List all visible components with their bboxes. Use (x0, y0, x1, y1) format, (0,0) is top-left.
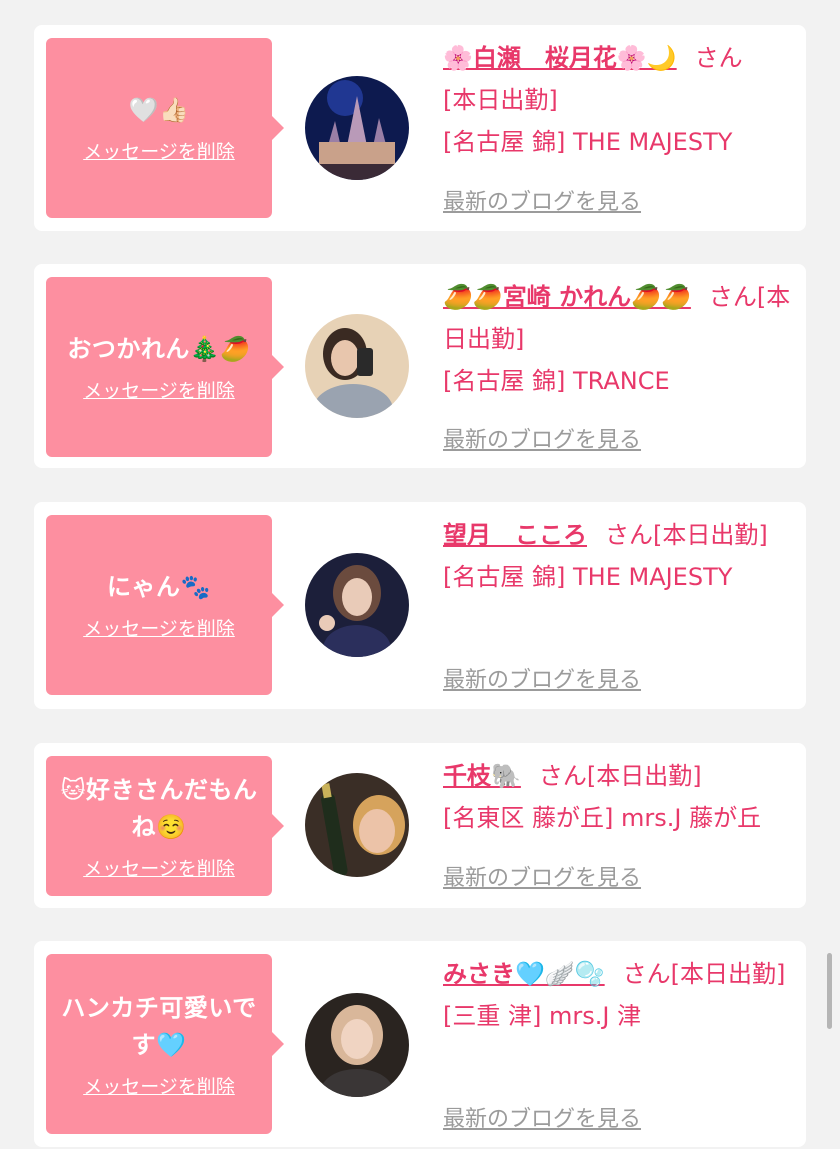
message-text: 🤍👍🏻 (128, 96, 190, 124)
message-text: おつかれん🎄🥭 (67, 335, 251, 363)
avatar[interactable] (305, 76, 409, 180)
honorific: さん (622, 960, 671, 988)
message-bubble: 🐱好きさんだもんね☺️ メッセージを削除 (46, 756, 284, 896)
store-name: [名古屋 錦] TRANCE (443, 367, 670, 395)
message-bubble: おつかれん🎄🥭 メッセージを削除 (46, 277, 284, 457)
message-bubble: ハンカチ可愛いです🩵 メッセージを削除 (46, 954, 284, 1134)
champagne-photo-icon (305, 773, 409, 877)
message-text: にゃん🐾 (107, 573, 211, 601)
scrollbar[interactable] (827, 953, 832, 1029)
latest-blog-link[interactable]: 最新のブログを見る (443, 184, 641, 216)
castle-photo-icon (305, 76, 409, 180)
message-bubble: 🤍👍🏻 メッセージを削除 (46, 38, 284, 218)
work-status: [本日出勤] (653, 521, 768, 549)
message-text: ハンカチ可愛いです🩵 (61, 993, 257, 1059)
avatar[interactable] (305, 553, 409, 657)
work-status: [本日出勤] (443, 86, 558, 114)
honorific: さん (694, 44, 743, 72)
cast-name-link[interactable]: 千枝🐘 (443, 762, 521, 790)
message-card: にゃん🐾 メッセージを削除 望月 こころ さん[本日出勤] [名古屋 錦] THE… (34, 502, 806, 709)
cast-info: 🌸白瀬 桜月花🌸🌙 さん [本日出勤] [名古屋 錦] THE MAJESTY (443, 37, 793, 163)
honorific: さん (538, 762, 587, 790)
store-name: [名古屋 錦] THE MAJESTY (443, 563, 733, 591)
message-bubble: にゃん🐾 メッセージを削除 (46, 515, 284, 695)
store-name: [名東区 藤が丘] mrs.J 藤が丘 (443, 804, 762, 832)
delete-message-link[interactable]: メッセージを削除 (83, 1072, 235, 1099)
work-status: [本日出勤] (586, 762, 702, 790)
cast-info: 🥭🥭宮崎 かれん🥭🥭 さん[本日出勤] [名古屋 錦] TRANCE (443, 276, 793, 402)
cast-info: 望月 こころ さん[本日出勤] [名古屋 錦] THE MAJESTY (443, 514, 793, 598)
honorific: さん (605, 521, 653, 549)
latest-blog-link[interactable]: 最新のブログを見る (443, 422, 641, 454)
message-text: 🐱好きさんだもんね☺️ (60, 775, 258, 841)
delete-message-link[interactable]: メッセージを削除 (83, 614, 235, 641)
portrait-photo-icon (305, 993, 409, 1097)
avatar[interactable] (305, 773, 409, 877)
avatar[interactable] (305, 314, 409, 418)
cast-name-link[interactable]: 🥭🥭宮崎 かれん🥭🥭 (443, 283, 691, 311)
cast-info: 千枝🐘 さん[本日出勤] [名東区 藤が丘] mrs.J 藤が丘 (443, 755, 798, 839)
honorific: さん (708, 283, 757, 311)
cast-name-link[interactable]: 望月 こころ (443, 521, 587, 549)
avatar[interactable] (305, 993, 409, 1097)
work-status: [本日出勤] (670, 960, 786, 988)
portrait-photo-icon (305, 553, 409, 657)
latest-blog-link[interactable]: 最新のブログを見る (443, 1101, 641, 1133)
cast-info: みさき🩵🪽🫧 さん[本日出勤] [三重 津] mrs.J 津 (443, 953, 793, 1037)
store-name: [三重 津] mrs.J 津 (443, 1002, 642, 1030)
message-card: 🤍👍🏻 メッセージを削除 🌸白瀬 桜月花🌸🌙 さん [本日出勤] [名古屋 錦] … (34, 25, 806, 231)
delete-message-link[interactable]: メッセージを削除 (83, 854, 235, 881)
latest-blog-link[interactable]: 最新のブログを見る (443, 860, 641, 892)
message-card: おつかれん🎄🥭 メッセージを削除 🥭🥭宮崎 かれん🥭🥭 さん[本日出勤] [名古屋… (34, 264, 806, 468)
store-name: [名古屋 錦] THE MAJESTY (443, 128, 733, 156)
message-card: ハンカチ可愛いです🩵 メッセージを削除 みさき🩵🪽🫧 さん[本日出勤] [三重 津… (34, 941, 806, 1147)
cast-name-link[interactable]: みさき🩵🪽🫧 (443, 960, 605, 988)
delete-message-link[interactable]: メッセージを削除 (83, 137, 235, 164)
cast-name-link[interactable]: 🌸白瀬 桜月花🌸🌙 (443, 44, 677, 72)
delete-message-link[interactable]: メッセージを削除 (83, 376, 235, 403)
selfie-photo-icon (305, 314, 409, 418)
message-card: 🐱好きさんだもんね☺️ メッセージを削除 千枝🐘 さん[本日出勤] [名東区 藤が… (34, 743, 806, 908)
latest-blog-link[interactable]: 最新のブログを見る (443, 662, 641, 694)
